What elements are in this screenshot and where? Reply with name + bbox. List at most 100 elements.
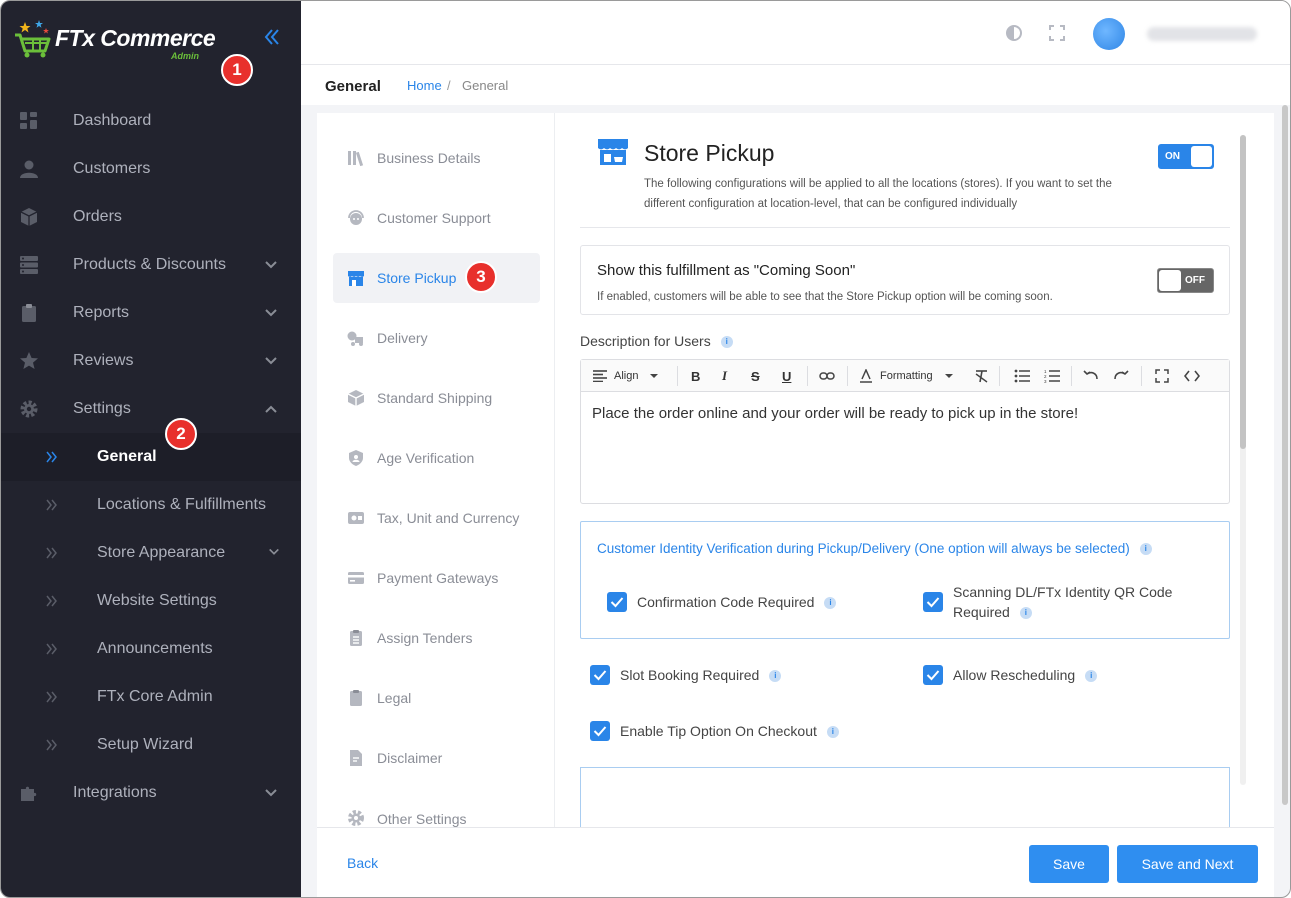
- coming-soon-section: Show this fulfillment as "Coming Soon" I…: [580, 245, 1230, 315]
- underline-icon[interactable]: U: [782, 368, 791, 384]
- subnav-standard-shipping[interactable]: Standard Shipping: [333, 373, 540, 423]
- sidebar-subitem-website-settings[interactable]: Website Settings: [1, 577, 301, 625]
- sidebar-subitem-setup-wizard[interactable]: Setup Wizard: [1, 721, 301, 769]
- sidebar-item-integrations[interactable]: Integrations: [1, 769, 301, 817]
- scanning-dl-text-line1: Scanning DL/FTx Identity QR Code: [953, 584, 1173, 600]
- scrollbar-thumb[interactable]: [1240, 135, 1246, 449]
- avatar[interactable]: [1093, 18, 1125, 50]
- info-icon[interactable]: i: [826, 726, 839, 739]
- collapse-sidebar-icon[interactable]: [263, 27, 281, 47]
- theme-toggle-icon[interactable]: [1004, 23, 1024, 43]
- tip-option-label: Enable Tip Option On Checkout i: [620, 721, 839, 741]
- settings-card: Business Details Customer Support Store …: [317, 113, 1274, 897]
- sidebar-item-orders[interactable]: Orders: [1, 193, 301, 241]
- page-header: General Home / General: [301, 65, 1290, 105]
- subnav-store-pickup[interactable]: Store Pickup: [333, 253, 540, 303]
- sidebar-item-customers[interactable]: Customers: [1, 145, 301, 193]
- coming-soon-toggle[interactable]: OFF: [1157, 268, 1214, 293]
- page-scrollbar[interactable]: [1282, 105, 1288, 805]
- link-icon[interactable]: [819, 368, 835, 384]
- bold-icon[interactable]: B: [691, 368, 700, 384]
- chevron-down-icon: [265, 309, 277, 317]
- subnav-business-details[interactable]: Business Details: [333, 133, 540, 183]
- info-icon[interactable]: i: [769, 670, 782, 683]
- align-dropdown[interactable]: Align: [593, 368, 659, 384]
- subnav-payment-gateways[interactable]: Payment Gateways: [333, 553, 540, 603]
- formatting-dropdown[interactable]: Formatting: [860, 368, 953, 384]
- toolbar-separator: [1071, 366, 1072, 386]
- sidebar-subitem-store-appearance[interactable]: Store Appearance: [1, 529, 301, 577]
- brand-logo[interactable]: FTx Commerce Admin: [11, 9, 251, 67]
- checkmark-icon: [926, 670, 940, 681]
- code-view-icon[interactable]: [1184, 368, 1200, 384]
- info-icon[interactable]: i: [1019, 607, 1032, 620]
- package-icon: [347, 390, 365, 406]
- numbered-list-icon[interactable]: 123: [1044, 368, 1060, 384]
- chevron-down-icon: [265, 357, 277, 365]
- brand-name: FTx Commerce: [55, 25, 216, 51]
- toggle-knob: [1159, 270, 1181, 291]
- sidebar-item-dashboard[interactable]: Dashboard: [1, 97, 301, 145]
- info-icon[interactable]: i: [1085, 670, 1098, 683]
- sidebar-item-label: Settings: [73, 400, 131, 417]
- sidebar-subitem-general[interactable]: General: [1, 433, 301, 481]
- sidebar-subitem-ftx-core-admin[interactable]: FTx Core Admin: [1, 673, 301, 721]
- tip-option-checkbox[interactable]: [590, 721, 610, 741]
- toggle-knob: [1191, 146, 1212, 167]
- slot-booking-checkbox[interactable]: [590, 665, 610, 685]
- italic-icon[interactable]: I: [722, 368, 727, 384]
- editor-content[interactable]: Place the order online and your order wi…: [592, 405, 1078, 422]
- coming-soon-title: Show this fulfillment as "Coming Soon": [597, 262, 856, 279]
- breadcrumb-home[interactable]: Home: [407, 78, 442, 93]
- back-link[interactable]: Back: [347, 855, 378, 871]
- sidebar-subitem-label: Locations & Fulfillments: [97, 496, 266, 513]
- info-icon[interactable]: i: [720, 336, 733, 349]
- subnav-customer-support[interactable]: Customer Support: [333, 193, 540, 243]
- subnav-other-settings[interactable]: Other Settings: [333, 793, 540, 827]
- subnav-delivery[interactable]: Delivery: [333, 313, 540, 363]
- redo-icon[interactable]: [1113, 368, 1129, 384]
- bullet-list-icon[interactable]: [1014, 368, 1030, 384]
- sidebar: FTx Commerce Admin 1 Dashboard Customers: [1, 1, 301, 897]
- store-icon: [348, 271, 364, 286]
- info-icon[interactable]: i: [824, 597, 837, 610]
- clear-format-icon[interactable]: [975, 368, 989, 384]
- subnav-tax-unit-currency[interactable]: Tax, Unit and Currency: [333, 493, 540, 543]
- slot-booking-text: Slot Booking Required: [620, 667, 760, 683]
- confirmation-code-checkbox[interactable]: [607, 592, 627, 612]
- user-name-blurred[interactable]: [1147, 27, 1257, 41]
- rich-text-editor: Align B I S U Formatting 1 2 3 Place the…: [580, 359, 1230, 504]
- sidebar-item-label: Integrations: [73, 784, 157, 801]
- sidebar-item-reports[interactable]: Reports: [1, 289, 301, 337]
- allow-rescheduling-checkbox[interactable]: [923, 665, 943, 685]
- sidebar-item-label: Products & Discounts: [73, 256, 226, 273]
- save-button[interactable]: Save: [1029, 845, 1109, 883]
- subnav-age-verification[interactable]: Age Verification: [333, 433, 540, 483]
- scrollbar-thumb[interactable]: [1282, 105, 1288, 805]
- editor-toolbar: Align B I S U Formatting 1 2 3: [581, 360, 1229, 392]
- sidebar-subitem-locations-fulfillments[interactable]: Locations & Fulfillments: [1, 481, 301, 529]
- fullscreen-icon[interactable]: [1047, 23, 1067, 43]
- formatting-label: Formatting: [880, 370, 933, 382]
- fullscreen-icon[interactable]: [1155, 368, 1169, 384]
- sidebar-item-settings[interactable]: Settings: [1, 385, 301, 433]
- panel-scrollbar[interactable]: [1240, 135, 1246, 785]
- sidebar-item-reviews[interactable]: Reviews: [1, 337, 301, 385]
- sidebar-subitem-announcements[interactable]: Announcements: [1, 625, 301, 673]
- subnav-label: Business Details: [377, 150, 481, 166]
- store-pickup-toggle[interactable]: ON: [1158, 144, 1214, 169]
- scanning-dl-checkbox[interactable]: [923, 592, 943, 612]
- chevron-double-right-icon: [46, 547, 57, 559]
- undo-icon[interactable]: [1083, 368, 1099, 384]
- strikethrough-icon[interactable]: S: [751, 368, 760, 384]
- brand-sub: Admin: [171, 51, 199, 61]
- dashboard-icon: [20, 112, 37, 129]
- save-and-next-button[interactable]: Save and Next: [1117, 845, 1258, 883]
- sidebar-item-products-discounts[interactable]: Products & Discounts: [1, 241, 301, 289]
- chevron-down-icon: [265, 261, 277, 269]
- subnav-legal[interactable]: Legal: [333, 673, 540, 723]
- info-icon[interactable]: i: [1139, 543, 1152, 556]
- page-title: General: [325, 78, 381, 95]
- subnav-assign-tenders[interactable]: Assign Tenders: [333, 613, 540, 663]
- subnav-disclaimer[interactable]: Disclaimer: [333, 733, 540, 783]
